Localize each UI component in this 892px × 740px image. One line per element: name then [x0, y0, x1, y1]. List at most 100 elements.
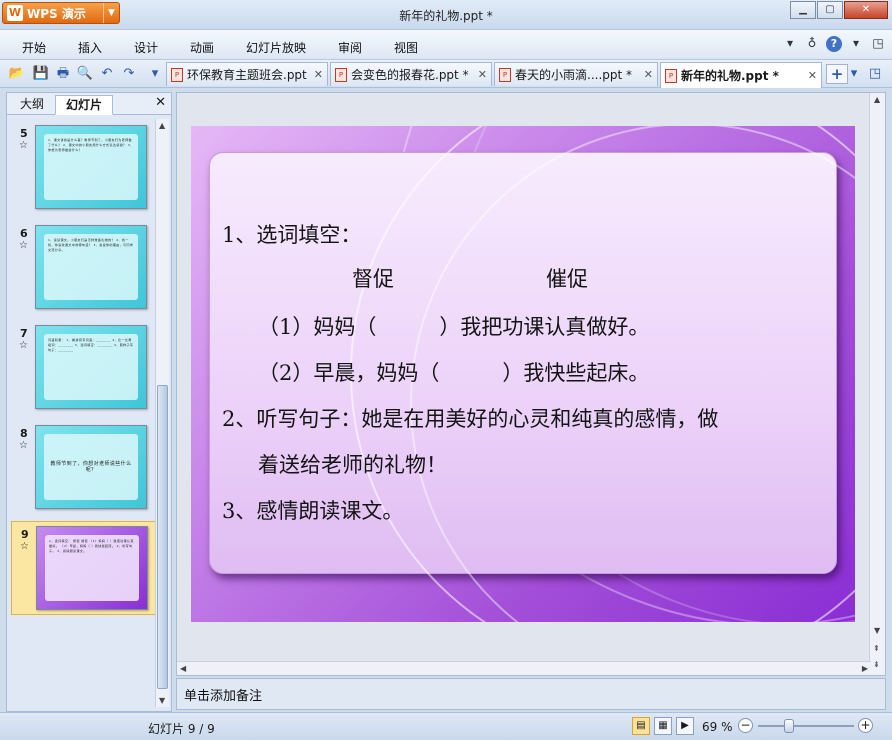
- slide-preview[interactable]: 1、课文讲的是什么事？教师节到了，小朋友们为老师做了什么？ 2、课文中的小朋友用…: [35, 125, 147, 209]
- editor-vertical-scrollbar[interactable]: ▲ ▼ ⇞ ⇟: [869, 93, 885, 675]
- tab-label: 春天的小雨滴....ppt *: [515, 68, 633, 82]
- slide-number: 6: [20, 227, 28, 240]
- zoom-in-button[interactable]: +: [858, 718, 873, 733]
- current-slide[interactable]: 1、选词填空： 督促 催促 （1）妈妈（ ）我把功课认真做好。 （2）早晨，妈妈…: [191, 126, 855, 622]
- previous-slide-icon[interactable]: ⇞: [873, 644, 880, 653]
- slide-content-panel[interactable]: 1、选词填空： 督促 催促 （1）妈妈（ ）我把功课认真做好。 （2）早晨，妈妈…: [209, 126, 855, 622]
- print-preview-icon[interactable]: 🔍: [76, 65, 94, 83]
- ppt-file-icon: P: [335, 67, 347, 82]
- new-tab-button[interactable]: +: [826, 64, 848, 84]
- scroll-down-icon[interactable]: ▼: [874, 626, 880, 635]
- slide-animation-star-icon: ☆: [19, 340, 28, 351]
- slide-text-line[interactable]: 督促: [352, 263, 394, 293]
- tab-document-2[interactable]: P 会变色的报春花.ppt * ✕: [330, 62, 492, 86]
- tab-list-dropdown-icon[interactable]: ▾: [848, 65, 860, 83]
- panel-scroll-thumb[interactable]: [157, 385, 168, 689]
- slide-preview-text: 1、课文讲的是什么事？教师节到了，小朋友们为老师做了什么？ 2、课文中的小朋友用…: [48, 138, 134, 152]
- slide-text-line[interactable]: 着送给老师的礼物！: [258, 449, 447, 479]
- slideshow-view-button[interactable]: ▶: [676, 717, 694, 735]
- slide-thumbnail-9[interactable]: 9 ☆ 1、选词填空： 督促 催促 （1）妈妈（ ）我把功课认真做好。 （2）早…: [11, 521, 157, 615]
- tab-label: 会变色的报春花.ppt *: [351, 68, 469, 82]
- zoom-slider-handle[interactable]: [784, 719, 794, 733]
- print-icon[interactable]: 🖶: [54, 65, 72, 83]
- ribbon-expand-icon[interactable]: ▾: [782, 36, 798, 52]
- notes-pane[interactable]: 单击添加备注: [176, 678, 886, 710]
- menu-slideshow[interactable]: 幻灯片放映: [246, 39, 306, 56]
- close-window-button[interactable]: ✕: [844, 1, 888, 19]
- scroll-up-icon[interactable]: ▲: [159, 121, 165, 130]
- menu-review[interactable]: 审阅: [338, 39, 362, 56]
- tab-document-3[interactable]: P 春天的小雨滴....ppt * ✕: [494, 62, 658, 86]
- slide-number: 8: [20, 427, 28, 440]
- slide-preview[interactable]: 教师节到了，你想对老师说些什么呢？: [35, 425, 147, 509]
- slide-thumbnail-8[interactable]: 8 ☆ 教师节到了，你想对老师说些什么呢？: [11, 421, 157, 515]
- undo-icon[interactable]: ↶: [98, 65, 116, 83]
- tab-label: 新年的礼物.ppt *: [681, 69, 779, 83]
- restore-ribbon-icon[interactable]: ◳: [870, 36, 886, 52]
- window-layout-icon[interactable]: ◳: [866, 65, 884, 83]
- folder-open-icon[interactable]: 📂: [8, 65, 26, 83]
- minimize-button[interactable]: ▁: [790, 1, 816, 19]
- menu-design[interactable]: 设计: [134, 39, 158, 56]
- ppt-file-icon: P: [171, 67, 183, 82]
- slide-text-line[interactable]: 2、听写句子：她是在用美好的心灵和纯真的感情，做: [222, 403, 718, 433]
- tab-outline[interactable]: 大纲: [11, 95, 53, 115]
- tab-close-icon[interactable]: ✕: [314, 68, 323, 81]
- tab-document-active[interactable]: P 新年的礼物.ppt * ✕: [660, 62, 822, 88]
- tab-slides[interactable]: 幻灯片: [55, 95, 113, 115]
- skin-icon[interactable]: ♁: [804, 36, 820, 52]
- slide-preview[interactable]: 1、读读课文。小朋友们是怎样准备礼物的？ 2、找一找，你喜欢课文中的哪句话？ 3…: [35, 225, 147, 309]
- tab-close-icon[interactable]: ✕: [478, 68, 487, 81]
- menu-right-tools: ▾ ♁ ? ▾ ◳: [782, 36, 886, 52]
- menu-bar: 开始 插入 设计 动画 幻灯片放映 审阅 视图 ▾ ♁ ? ▾ ◳: [0, 30, 892, 60]
- tab-close-icon[interactable]: ✕: [644, 68, 653, 81]
- slide-thumbnail-5[interactable]: 5 ☆ 1、课文讲的是什么事？教师节到了，小朋友们为老师做了什么？ 2、课文中的…: [11, 121, 157, 215]
- save-icon[interactable]: 💾: [32, 65, 50, 83]
- slide-thumbnail-6[interactable]: 6 ☆ 1、读读课文。小朋友们是怎样准备礼物的？ 2、找一找，你喜欢课文中的哪句…: [11, 221, 157, 315]
- panel-scrollbar[interactable]: ▲ ▼: [155, 119, 169, 707]
- toolbar-dropdown-icon[interactable]: ▾: [146, 65, 164, 83]
- slide-thumbnail-7[interactable]: 7 ☆ 词语积累： 1、看拼音写词语：________ 2、比一比再组词：___…: [11, 321, 157, 415]
- slide-number: 5: [20, 127, 28, 140]
- slide-number: 9: [21, 528, 29, 541]
- menu-animation[interactable]: 动画: [190, 39, 214, 56]
- ppt-file-icon: P: [665, 68, 677, 83]
- scroll-down-icon[interactable]: ▼: [159, 696, 165, 705]
- help-icon[interactable]: ?: [826, 36, 842, 52]
- slide-editor: 1、选词填空： 督促 催促 （1）妈妈（ ）我把功课认真做好。 （2）早晨，妈妈…: [176, 92, 886, 676]
- redo-icon[interactable]: ↷: [120, 65, 138, 83]
- slide-sorter-view-button[interactable]: ▦: [654, 717, 672, 735]
- zoom-slider-track[interactable]: [758, 725, 854, 727]
- slide-text-line[interactable]: 1、选词填空：: [222, 219, 361, 249]
- panel-tabs: 大纲 幻灯片 ✕: [7, 93, 171, 115]
- slide-number: 7: [20, 327, 28, 340]
- tab-document-1[interactable]: P 环保教育主题班会.ppt ✕: [166, 62, 328, 86]
- menu-insert[interactable]: 插入: [78, 39, 102, 56]
- zoom-out-button[interactable]: −: [738, 718, 753, 733]
- maximize-button[interactable]: ▢: [817, 1, 843, 19]
- slide-text-line[interactable]: 3、感情朗读课文。: [222, 495, 403, 525]
- slide-preview[interactable]: 词语积累： 1、看拼音写词语：________ 2、比一比再组词：_______…: [35, 325, 147, 409]
- title-bar: W WPS 演示 ▼ 新年的礼物.ppt * ▁ ▢ ✕: [0, 0, 892, 30]
- scroll-up-icon[interactable]: ▲: [874, 95, 880, 104]
- menu-home[interactable]: 开始: [22, 39, 46, 56]
- slide-animation-star-icon: ☆: [20, 541, 29, 552]
- slide-animation-star-icon: ☆: [19, 440, 28, 451]
- slide-text-line[interactable]: （2）早晨，妈妈（ ）我快些起床。: [258, 357, 649, 387]
- scroll-left-icon[interactable]: ◀: [180, 664, 186, 673]
- notes-placeholder: 单击添加备注: [184, 689, 263, 704]
- slide-text-line[interactable]: （1）妈妈（ ）我把功课认真做好。: [258, 311, 649, 341]
- tab-label: 环保教育主题班会.ppt: [187, 68, 307, 82]
- scroll-right-icon[interactable]: ▶: [862, 664, 868, 673]
- panel-close-icon[interactable]: ✕: [155, 95, 166, 110]
- normal-view-button[interactable]: ▤: [632, 717, 650, 735]
- menu-view[interactable]: 视图: [394, 39, 418, 56]
- next-slide-icon[interactable]: ⇟: [873, 660, 880, 669]
- tab-close-icon[interactable]: ✕: [808, 69, 817, 82]
- help-dropdown-icon[interactable]: ▾: [848, 36, 864, 52]
- slide-text-line[interactable]: 催促: [546, 263, 588, 293]
- document-tab-bar: 📂 💾 🖶 🔍 ↶ ↷ ▾ P 环保教育主题班会.ppt ✕ P 会变色的报春花…: [0, 60, 892, 88]
- slide-preview[interactable]: 1、选词填空： 督促 催促 （1）妈妈（ ）我把功课认真做好。 （2）早晨，妈妈…: [36, 526, 148, 610]
- editor-horizontal-scrollbar[interactable]: ◀ ▶: [177, 661, 871, 675]
- slide-counter: 幻灯片 9 / 9: [148, 722, 215, 736]
